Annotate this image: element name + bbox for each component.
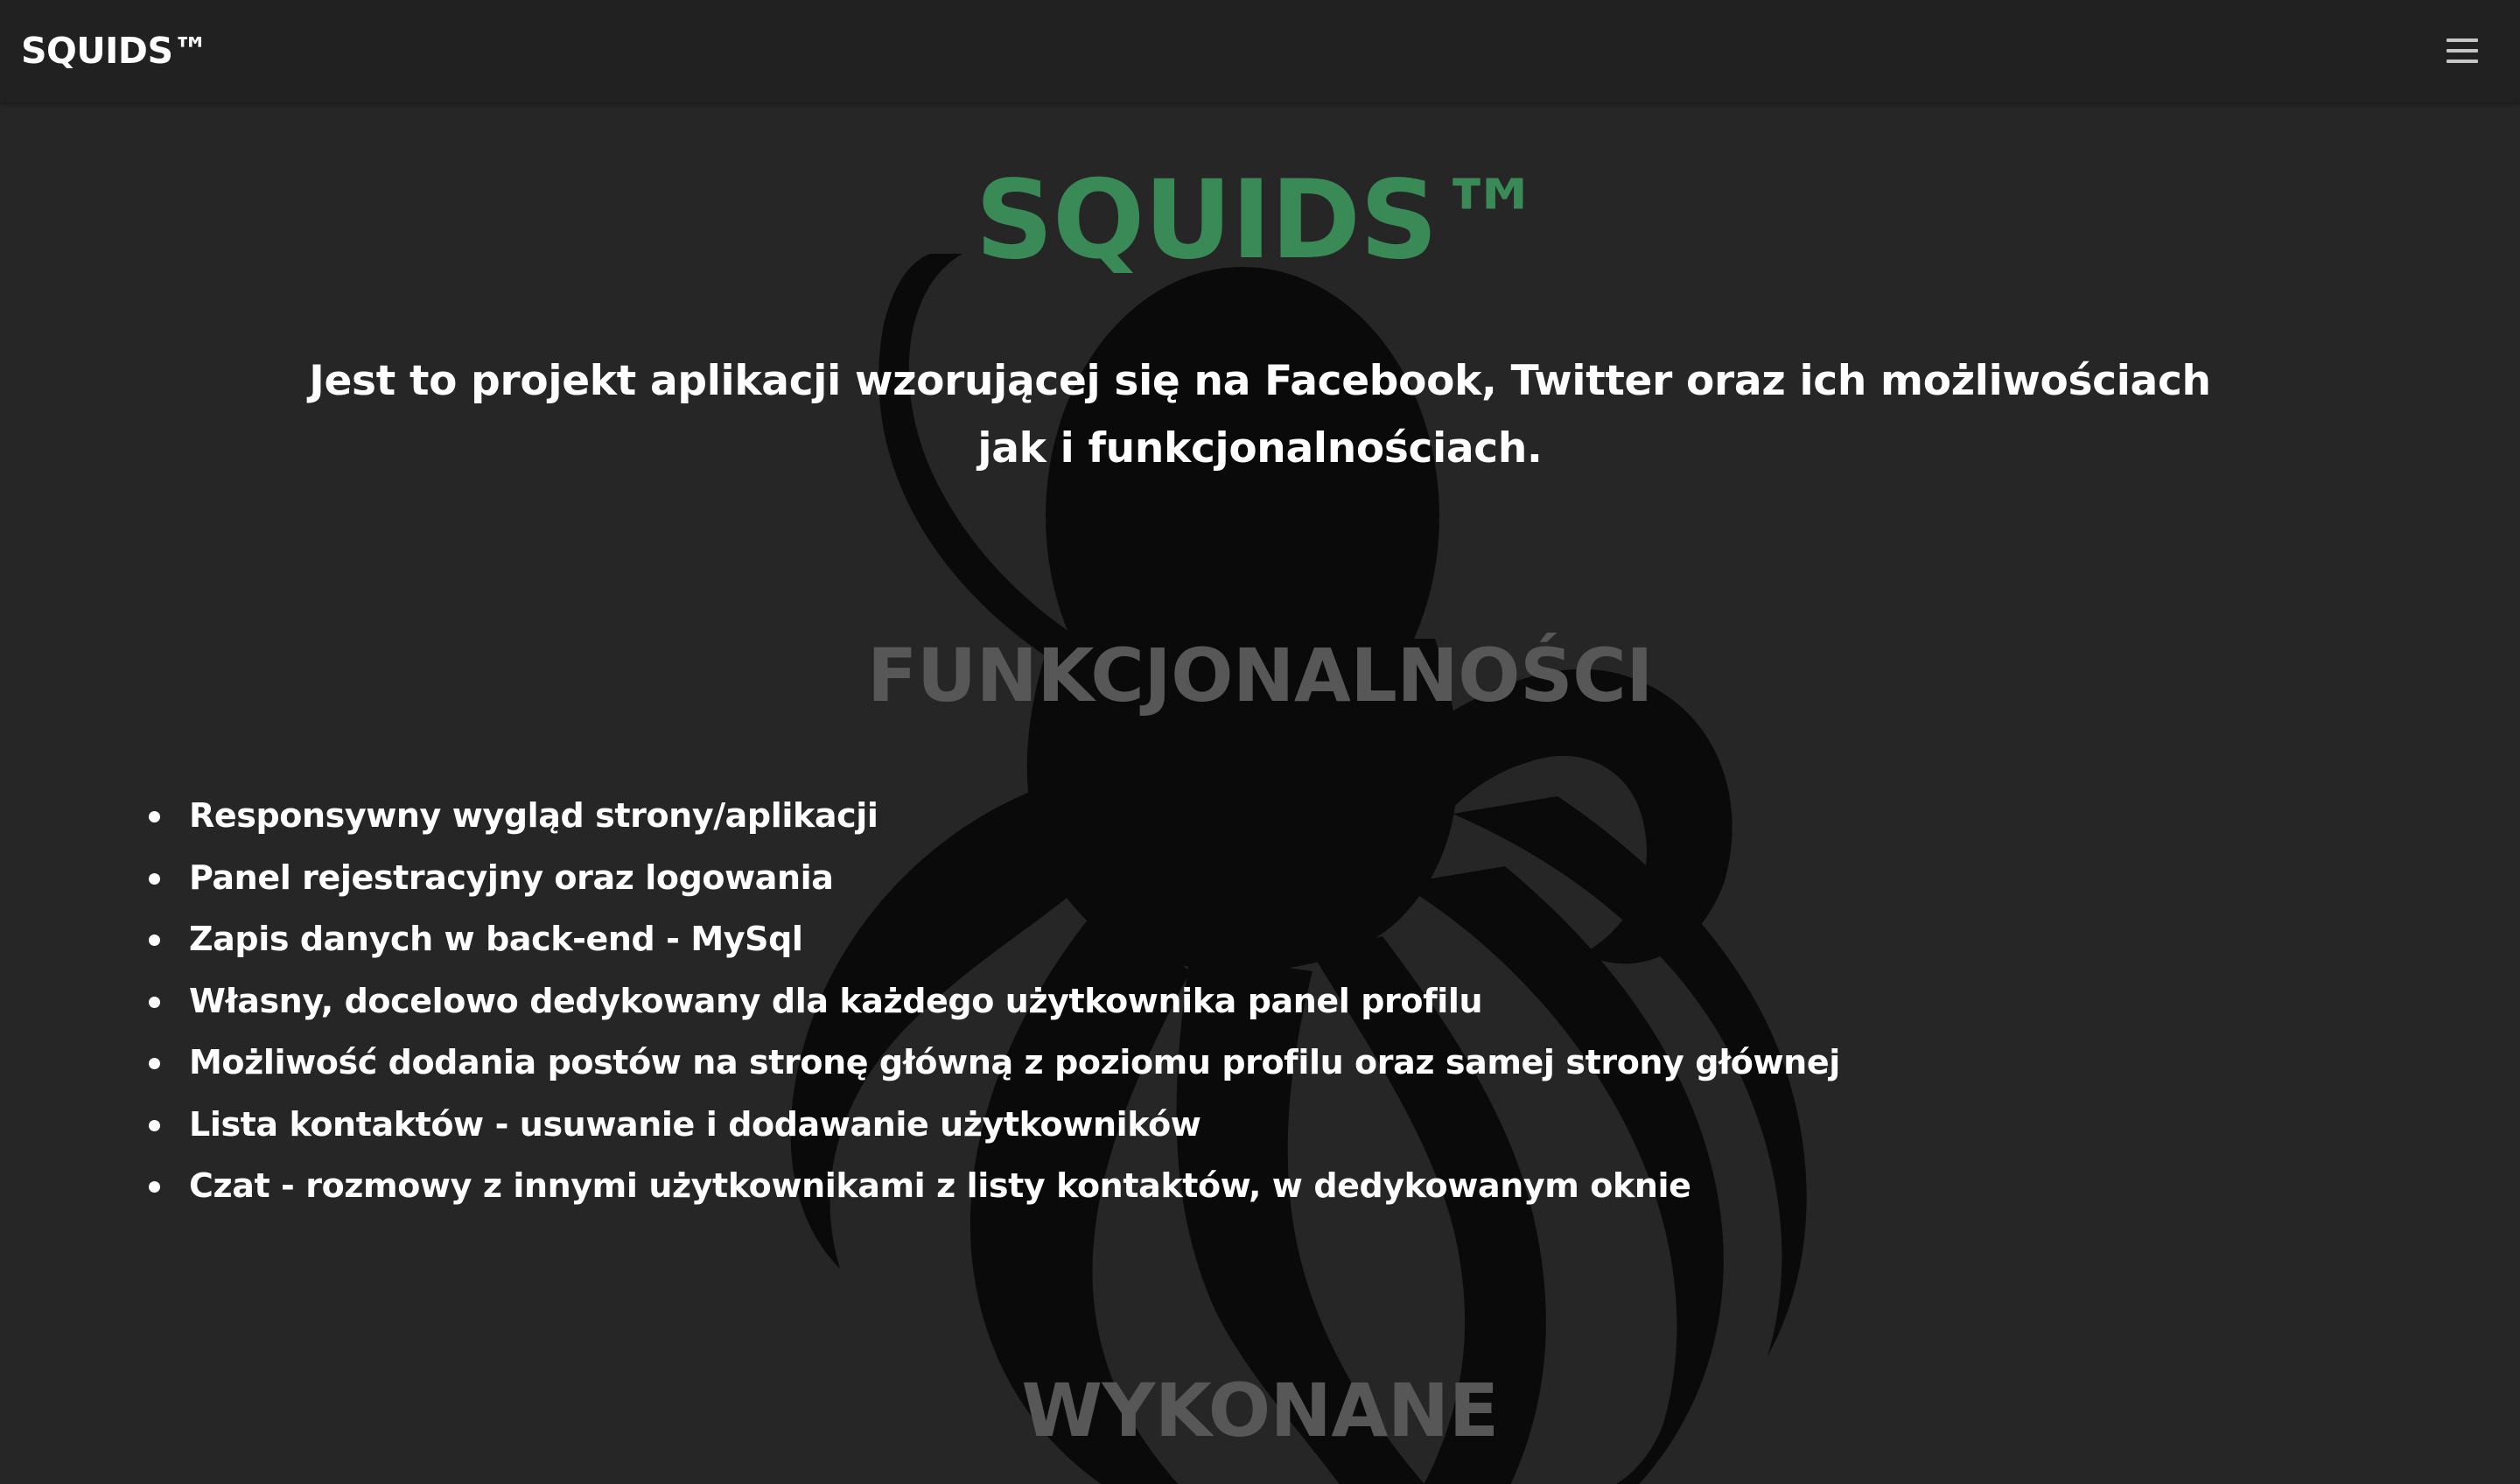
feature-item: Czat - rozmowy z innymi użytkownikami z … — [147, 1155, 1840, 1217]
feature-item-text: Zapis danych w back-end - MySql — [189, 920, 803, 958]
feature-item: Możliwość dodania postów na stronę główn… — [147, 1032, 1840, 1094]
feature-item-text: Responsywny wygląd strony/aplikacji — [189, 796, 878, 835]
feature-item-text: Własny, docelowo dedykowany dla każdego … — [189, 981, 1483, 1020]
feature-item: Responsywny wygląd strony/aplikacji — [147, 785, 1840, 847]
feature-item: Własny, docelowo dedykowany dla każdego … — [147, 970, 1840, 1032]
navbar: SQUIDS™ — [0, 0, 2520, 102]
main-content: SQUIDS™ Jest to projekt aplikacji wzoruj… — [0, 102, 2520, 1484]
bullet-icon — [149, 1119, 160, 1131]
feature-item-text: Lista kontaktów - usuwanie i dodawanie u… — [189, 1104, 1201, 1144]
bullet-icon — [149, 996, 160, 1008]
hero-description: Jest to projekt aplikacji wzorującej się… — [309, 357, 2211, 472]
page: SQUIDS™ SQUIDS™ Jest to projekt aplikacj… — [0, 0, 2520, 1484]
brand-logo[interactable]: SQUIDS™ — [21, 26, 209, 75]
features-section-title: FUNKCJONALNOŚCI — [867, 633, 1653, 718]
hamburger-menu-icon[interactable] — [2443, 28, 2482, 72]
features-list: Responsywny wygląd strony/aplikacji Pane… — [147, 785, 1840, 1217]
hero-title: SQUIDS™ — [975, 158, 1546, 284]
feature-item: Lista kontaktów - usuwanie i dodawanie u… — [147, 1094, 1840, 1156]
bullet-icon — [149, 872, 160, 885]
feature-item-text: Możliwość dodania postów na stronę główn… — [189, 1043, 1840, 1082]
feature-item-text: Panel rejestracyjny oraz logowania — [189, 858, 834, 897]
bullet-icon — [149, 1058, 160, 1069]
done-section-title: WYKONANE — [1021, 1368, 1499, 1453]
bullet-icon — [149, 1181, 160, 1193]
feature-item: Panel rejestracyjny oraz logowania — [147, 847, 1840, 909]
feature-item: Zapis danych w back-end - MySql — [147, 908, 1840, 970]
bullet-icon — [149, 934, 160, 946]
feature-item-text: Czat - rozmowy z innymi użytkownikami z … — [189, 1166, 1691, 1205]
bullet-icon — [149, 811, 160, 822]
